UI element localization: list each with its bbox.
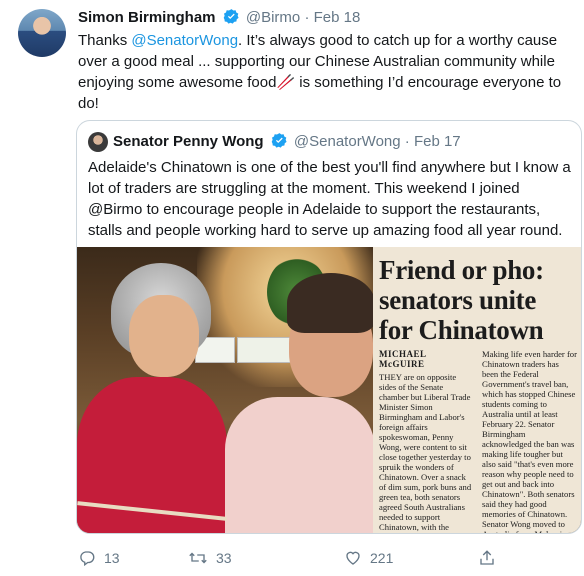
author-handle[interactable]: @Birmo xyxy=(246,9,300,26)
tweet-actions: 13 33 221 xyxy=(78,548,584,568)
photo-man-figure xyxy=(225,397,375,533)
newspaper-column: MICHAEL McGUIRE THEY are on opposite sid… xyxy=(379,349,474,533)
tweet-photo[interactable]: Friend or pho: senators unite for Chinat… xyxy=(77,247,581,534)
tweet-header: Simon Birmingham @Birmo · Feb 18 xyxy=(78,8,360,31)
retweet-count: 33 xyxy=(216,550,232,566)
share-icon xyxy=(478,549,496,567)
photo-woman-face xyxy=(129,295,199,377)
newspaper-headline-line: Friend or pho: xyxy=(379,255,544,285)
newspaper-headline-line: for Chinatown xyxy=(379,315,544,345)
newspaper-headline-line: senators unite xyxy=(379,285,537,315)
quoted-tweet-date: Feb 17 xyxy=(413,133,461,150)
tweet: Simon Birmingham @Birmo · Feb 18 Thanks … xyxy=(0,0,584,576)
reply-icon xyxy=(78,549,96,567)
quoted-tweet-header: Senator Penny Wong @SenatorWong · Feb 17 xyxy=(113,131,461,156)
newspaper-headline: Friend or pho: senators unite for Chinat… xyxy=(379,255,575,345)
newspaper-column: Making life even harder for Chinatown tr… xyxy=(482,349,577,534)
tweet-text: Thanks @SenatorWong. It’s always good to… xyxy=(78,30,578,114)
verified-badge-icon xyxy=(271,132,288,156)
newspaper-byline: MICHAEL McGUIRE xyxy=(379,349,427,369)
heart-icon xyxy=(344,549,362,567)
quoted-author-handle: @SenatorWong xyxy=(293,133,401,150)
retweet-button[interactable]: 33 xyxy=(188,548,232,568)
quoted-author-avatar xyxy=(88,132,108,152)
photo-menu-screen xyxy=(237,337,297,363)
chopsticks-emoji: 🥢 xyxy=(276,74,296,91)
separator-dot: · xyxy=(304,9,310,26)
like-button[interactable]: 221 xyxy=(344,548,393,568)
newspaper-columns: MICHAEL McGUIRE THEY are on opposite sid… xyxy=(379,349,577,534)
newspaper-column-text: THEY are on opposite sides of the Senate… xyxy=(379,372,472,533)
author-display-name[interactable]: Simon Birmingham xyxy=(78,9,216,26)
share-button[interactable] xyxy=(478,548,496,568)
newspaper-clipping: Friend or pho: senators unite for Chinat… xyxy=(373,247,581,534)
separator-dot: · xyxy=(404,133,410,150)
quoted-tweet[interactable]: Senator Penny Wong @SenatorWong · Feb 17… xyxy=(76,120,582,534)
tweet-date[interactable]: Feb 18 xyxy=(314,9,361,26)
verified-badge-icon xyxy=(223,8,240,31)
tweet-text-start: Thanks xyxy=(78,32,132,49)
author-avatar[interactable] xyxy=(18,9,66,57)
mention-link[interactable]: @SenatorWong xyxy=(131,32,238,49)
newspaper-column-text: Making life even harder for Chinatown tr… xyxy=(482,349,577,534)
photo-man-hair xyxy=(287,273,375,333)
quoted-author-display-name: Senator Penny Wong xyxy=(113,133,264,150)
reply-button[interactable]: 13 xyxy=(78,548,120,568)
retweet-icon xyxy=(188,549,208,567)
quoted-tweet-text: Adelaide's Chinatown is one of the best … xyxy=(88,159,571,239)
reply-count: 13 xyxy=(104,550,120,566)
like-count: 221 xyxy=(370,550,394,566)
